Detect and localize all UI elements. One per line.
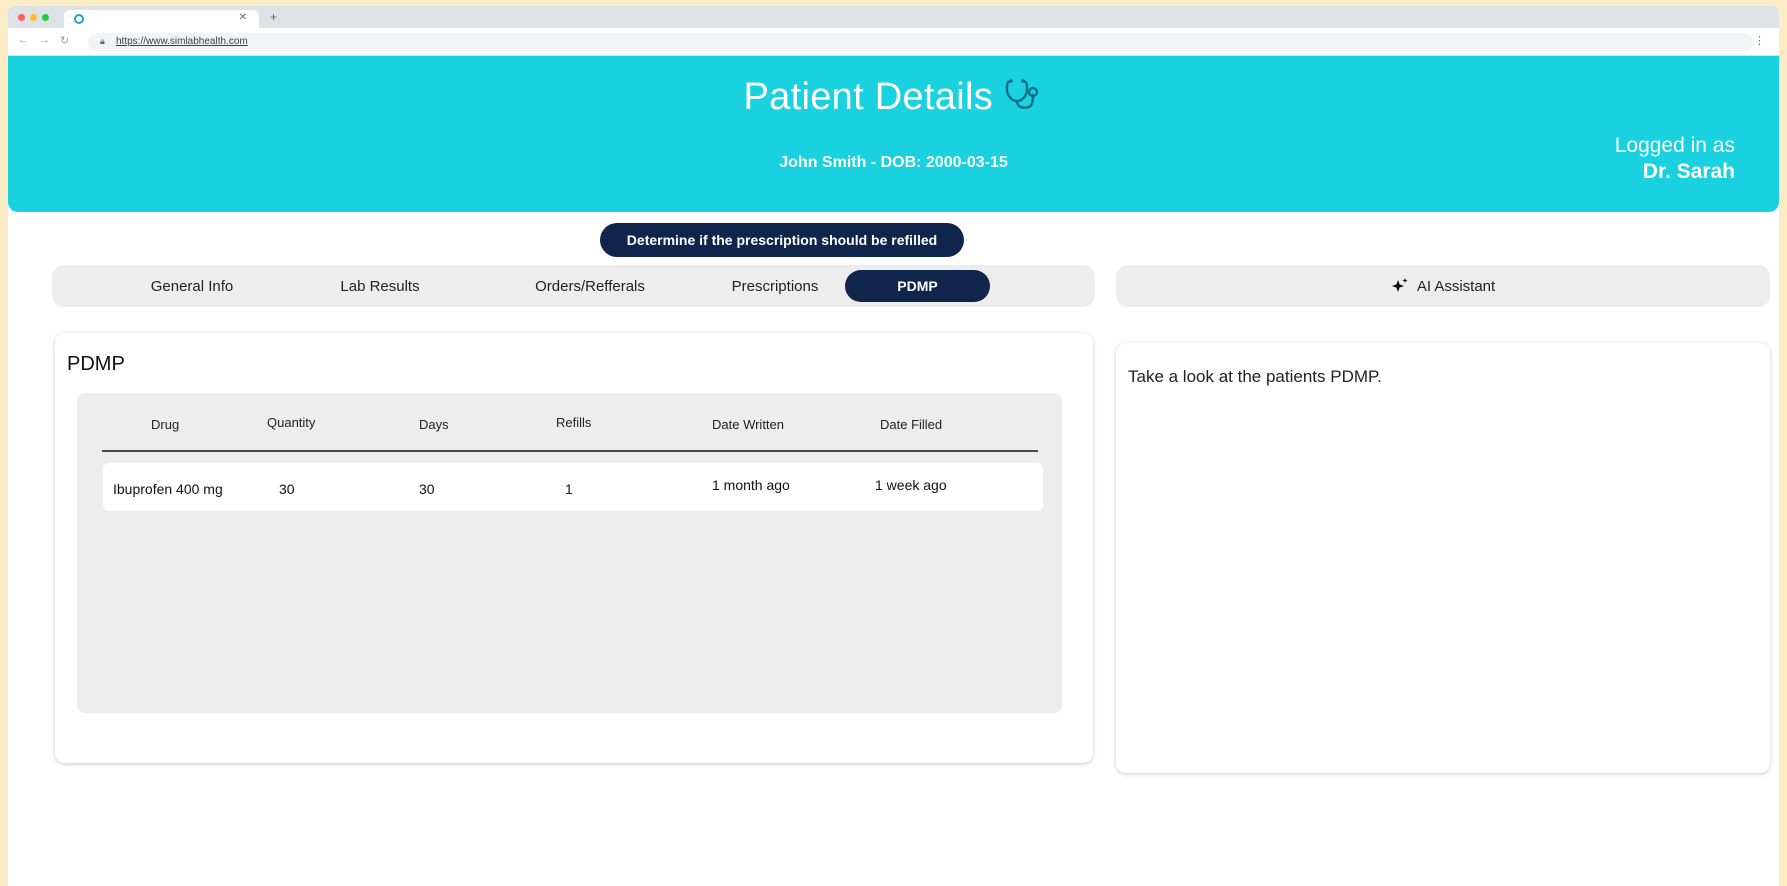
task-banner: Determine if the prescription should be …: [600, 223, 964, 257]
tab-lab-results[interactable]: Lab Results: [300, 265, 460, 307]
close-tab-icon[interactable]: ✕: [239, 12, 247, 23]
page-title-wrap: Patient Details: [8, 76, 1779, 119]
cell-drug: Ibuprofen 400 mg: [113, 481, 223, 497]
browser-menu-icon[interactable]: ⋮: [1754, 34, 1765, 47]
patient-identifier: John Smith - DOB: 2000-03-15: [779, 154, 1008, 171]
column-header-days: Days: [419, 417, 449, 432]
page-title: Patient Details: [743, 76, 994, 118]
tab-pdmp[interactable]: PDMP: [845, 270, 990, 302]
ai-assistant-button[interactable]: AI Assistant: [1116, 265, 1770, 307]
column-header-quantity: Quantity: [267, 415, 316, 430]
column-header-date-written: Date Written: [712, 417, 785, 432]
forward-icon[interactable]: →: [39, 34, 50, 47]
cell-quantity: 30: [279, 481, 295, 497]
login-label: Logged in as: [1614, 134, 1735, 157]
sparkle-icon: [1391, 278, 1408, 292]
stethoscope-icon: [1006, 79, 1039, 109]
browser-toolbar: ← → ↻ 🔒︎ https://www.simlabhealth.com ⋮: [8, 28, 1779, 56]
cell-refills: 1: [565, 481, 573, 497]
cell-days: 30: [419, 481, 435, 497]
logged-in-user: Logged in as Dr. Sarah: [1615, 134, 1735, 184]
browser-tab-strip: ✕ +: [8, 6, 1779, 28]
cell-date-filled: 1 week ago: [875, 477, 947, 493]
ai-assistant-panel: Take a look at the patients PDMP.: [1116, 343, 1770, 773]
assistant-message: Take a look at the patients PDMP.: [1128, 367, 1382, 386]
url-text[interactable]: https://www.simlabhealth.com: [116, 36, 248, 47]
login-name: Dr. Sarah: [1642, 160, 1735, 183]
reload-icon[interactable]: ↻: [60, 34, 69, 47]
back-icon[interactable]: ←: [18, 34, 29, 47]
nav-buttons: ← → ↻: [18, 34, 69, 47]
cell-date-written: 1 month ago: [712, 477, 790, 493]
maximize-window-button[interactable]: [42, 14, 49, 21]
table-row[interactable]: Ibuprofen 400 mg 30 30 1 1 month ago 1 w…: [103, 463, 1043, 511]
address-bar[interactable]: 🔒︎ https://www.simlabhealth.com: [88, 33, 1753, 51]
close-window-button[interactable]: [18, 14, 25, 21]
favicon-icon: [74, 14, 84, 24]
browser-window: ✕ + ← → ↻ 🔒︎ https://www.simlabhealth.co…: [8, 6, 1779, 886]
minimize-window-button[interactable]: [30, 14, 37, 21]
column-header-date-filled: Date Filled: [880, 417, 943, 432]
column-header-refills: Refills: [556, 415, 592, 430]
lock-icon: 🔒︎: [100, 36, 105, 46]
column-header-drug: Drug: [151, 417, 180, 432]
tab-prescriptions[interactable]: Prescriptions: [690, 265, 860, 307]
new-tab-icon[interactable]: +: [270, 10, 277, 24]
tab-general-info[interactable]: General Info: [112, 265, 272, 307]
window-controls: [18, 14, 49, 21]
pdmp-table: Drug Quantity Days Refills Date Written …: [77, 393, 1062, 713]
header-divider: [102, 450, 1038, 452]
ai-assistant-label: AI Assistant: [1416, 277, 1496, 295]
tab-orders-referrals[interactable]: Orders/Refferals: [500, 265, 680, 307]
browser-tab[interactable]: ✕: [64, 10, 259, 28]
pdmp-title: PDMP: [67, 353, 125, 375]
patient-tabs: General Info Lab Results Orders/Refferal…: [52, 265, 1095, 307]
pdmp-card: PDMP Drug Quantity Days Refills Date Wri…: [55, 333, 1093, 763]
